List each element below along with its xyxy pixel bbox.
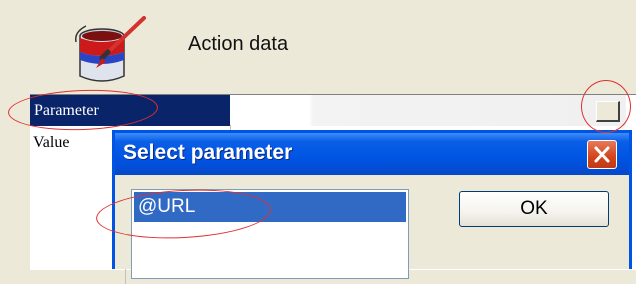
dialog-titlebar[interactable]: Select parameter: [115, 133, 629, 175]
dialog-body: @URL OK: [115, 175, 629, 279]
parameter-label: Parameter: [30, 95, 230, 126]
select-parameter-dialog: Select parameter @URL OK: [112, 130, 632, 279]
ok-button[interactable]: OK: [459, 191, 609, 227]
close-icon: [594, 146, 610, 163]
header-title: Action data: [188, 33, 289, 55]
list-item[interactable]: @URL: [134, 192, 406, 222]
paint-can-icon: [66, 12, 156, 92]
close-button[interactable]: [587, 140, 617, 169]
parameter-value-field[interactable]: [230, 95, 626, 126]
parameter-ellipsis-button[interactable]: [596, 101, 620, 122]
parameter-row[interactable]: Parameter: [30, 95, 636, 126]
dialog-title: Select parameter: [123, 141, 293, 164]
parameter-list[interactable]: @URL: [131, 189, 409, 279]
